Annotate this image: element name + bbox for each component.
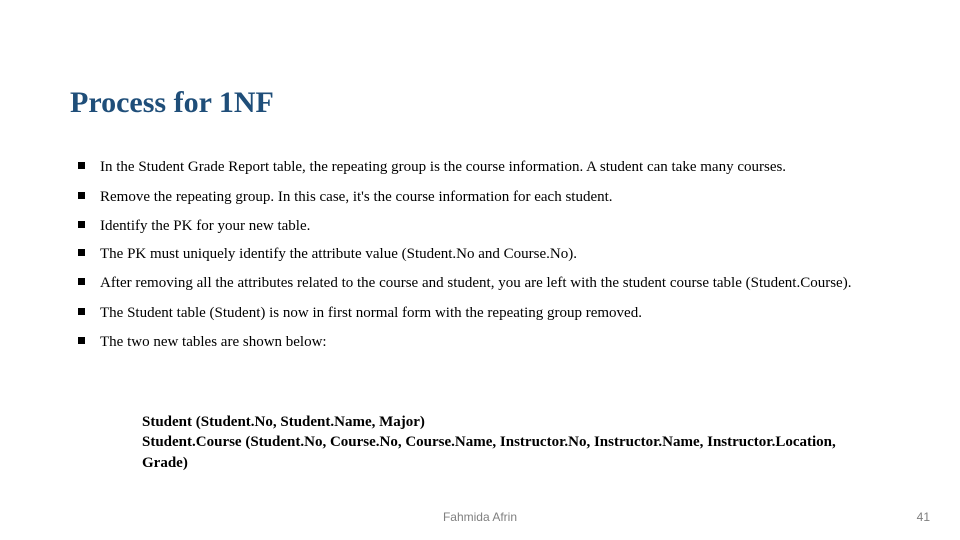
square-bullet-icon xyxy=(78,221,85,228)
list-item: Identify the PK for your new table. xyxy=(78,217,886,237)
list-item-text: Remove the repeating group. In this case… xyxy=(100,189,613,205)
list-item-text: After removing all the attributes relate… xyxy=(100,275,851,291)
square-bullet-icon xyxy=(78,308,85,315)
slide-body: In the Student Grade Report table, the r… xyxy=(78,158,886,363)
list-item: The PK must uniquely identify the attrib… xyxy=(78,245,886,265)
slide-title: Process for 1NF xyxy=(70,86,274,120)
list-item: Remove the repeating group. In this case… xyxy=(78,188,886,208)
list-item-text: The Student table (Student) is now in fi… xyxy=(100,305,642,321)
schema-line: Student (Student.No, Student.Name, Major… xyxy=(142,412,882,432)
schema-line: Student.Course (Student.No, Course.No, C… xyxy=(142,432,882,473)
square-bullet-icon xyxy=(78,337,85,344)
list-item-text: The PK must uniquely identify the attrib… xyxy=(100,246,577,262)
list-item: In the Student Grade Report table, the r… xyxy=(78,158,886,178)
list-item-text: The two new tables are shown below: xyxy=(100,334,327,350)
slide: Process for 1NF In the Student Grade Rep… xyxy=(0,0,960,540)
schema-definitions: Student (Student.No, Student.Name, Major… xyxy=(142,412,882,473)
list-item: The two new tables are shown below: xyxy=(78,333,886,353)
bullet-list: In the Student Grade Report table, the r… xyxy=(78,158,886,353)
square-bullet-icon xyxy=(78,162,85,169)
square-bullet-icon xyxy=(78,192,85,199)
list-item-text: Identify the PK for your new table. xyxy=(100,218,310,234)
list-item-text: In the Student Grade Report table, the r… xyxy=(100,159,786,175)
list-item: The Student table (Student) is now in fi… xyxy=(78,304,886,324)
footer-author: Fahmida Afrin xyxy=(0,510,960,524)
list-item: After removing all the attributes relate… xyxy=(78,274,886,294)
square-bullet-icon xyxy=(78,249,85,256)
footer-page-number: 41 xyxy=(917,510,930,524)
square-bullet-icon xyxy=(78,278,85,285)
